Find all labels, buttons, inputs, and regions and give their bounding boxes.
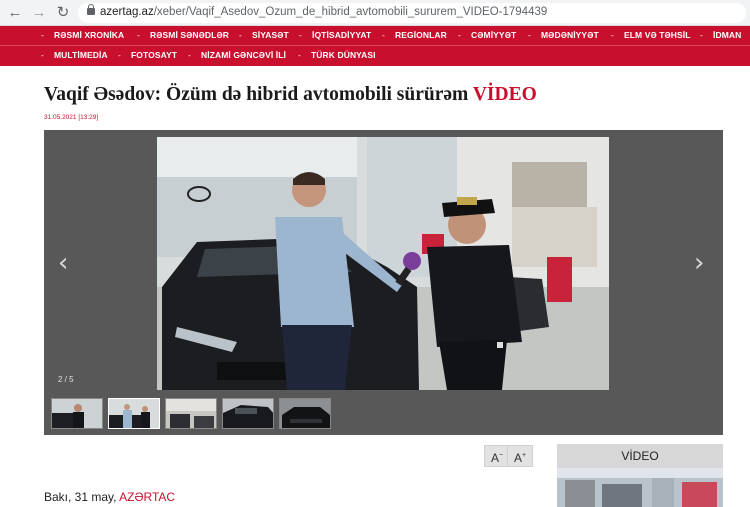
font-decrease-sign: − (498, 452, 504, 459)
article-lead-source[interactable]: AZƏRTAC (119, 490, 175, 504)
chevron-right-icon[interactable]: › (694, 248, 704, 278)
main-menu-row-2: MULTİMEDİA FOTOSAYT NİZAMİ GƏNCƏVİ İLİ T… (0, 46, 750, 66)
gallery-main-photo[interactable] (157, 137, 609, 390)
url-text: azertag.az/xeber/Vaqif_Asedov_Ozum_de_hi… (100, 6, 547, 18)
font-increase-button[interactable]: A+ (507, 445, 533, 467)
arrow-right-icon[interactable]: → (30, 4, 48, 22)
thumbnail-image (223, 399, 273, 428)
thumbnail-image (280, 399, 330, 428)
menu-item-regionlar[interactable]: REGİONLAR (382, 30, 447, 40)
menu-item-turk-dunyasi[interactable]: TÜRK DÜNYASI (298, 50, 376, 60)
photo-gallery: ‹ › 2 / 5 (44, 130, 723, 435)
url-host: azertag.az (100, 6, 154, 18)
menu-item-resmi-senedler[interactable]: RƏSMİ SƏNƏDLƏR (137, 30, 229, 40)
gallery-thumbnail[interactable] (108, 398, 160, 429)
lock-icon (87, 4, 95, 15)
article-title-text: Vaqif Əsədov: Özüm də hibrid avtomobili … (44, 84, 469, 105)
gallery-thumbnail[interactable] (279, 398, 331, 429)
font-increase-label: A (513, 451, 522, 465)
menu-item-resmi-xronika[interactable]: RƏSMİ XRONİKA (41, 30, 124, 40)
article-title-tag: VİDEO (472, 84, 537, 105)
font-increase-sign: + (521, 452, 527, 459)
reload-icon[interactable]: ↻ (54, 4, 72, 22)
chevron-left-icon[interactable]: ‹ (58, 248, 68, 278)
gallery-thumbnail[interactable] (165, 398, 217, 429)
gallery-thumbnail[interactable] (51, 398, 103, 429)
menu-item-idman[interactable]: İDMAN (700, 30, 741, 40)
menu-item-cemiyyet[interactable]: CƏMİYYƏT (458, 30, 516, 40)
arrow-left-icon[interactable]: ← (6, 4, 24, 22)
menu-item-nizami-gencevi-ili[interactable]: NİZAMİ GƏNCƏVİ İLİ (188, 50, 286, 60)
thumbnail-image (166, 399, 216, 428)
article-lead-place: Bakı, 31 may, (44, 490, 117, 504)
article-title: Vaqif Əsədov: Özüm də hibrid avtomobili … (44, 84, 537, 106)
menu-item-fotosayt[interactable]: FOTOSAYT (118, 50, 177, 60)
interview-photo-image (157, 137, 609, 390)
main-menu-row-1: RƏSMİ XRONİKA RƏSMİ SƏNƏDLƏR SİYASƏT İQT… (0, 26, 750, 46)
browser-toolbar: ← → ↻ azertag.az/xeber/Vaqif_Asedov_Ozum… (0, 0, 750, 26)
menu-item-siyaset[interactable]: SİYASƏT (239, 30, 289, 40)
sidebar-video-thumbnail[interactable] (557, 468, 723, 507)
menu-item-multimedia[interactable]: MULTİMEDİA (41, 50, 108, 60)
menu-item-medeniyyet[interactable]: MƏDƏNİYYƏT (528, 30, 599, 40)
thumbnail-image (109, 399, 159, 428)
sidebar-video-image (557, 468, 723, 507)
main-menu: RƏSMİ XRONİKA RƏSMİ SƏNƏDLƏR SİYASƏT İQT… (0, 26, 750, 66)
font-decrease-label: A (490, 451, 499, 465)
menu-item-elm-ve-tehsil[interactable]: ELM VƏ TƏHSİL (611, 30, 691, 40)
gallery-counter: 2 / 5 (58, 375, 74, 384)
article-date: 31.05.2021 [13:29] (44, 114, 99, 121)
sidebar-video-block: VİDEO (557, 444, 723, 507)
sidebar-video-heading: VİDEO (557, 444, 723, 468)
address-bar[interactable]: azertag.az/xeber/Vaqif_Asedov_Ozum_de_hi… (78, 3, 746, 23)
menu-item-iqtisadiyyat[interactable]: İQTİSADİYYAT (299, 30, 371, 40)
article-lead: Bakı, 31 may, AZƏRTAC (44, 490, 175, 504)
gallery-thumbnail[interactable] (222, 398, 274, 429)
thumbnail-image (52, 399, 102, 428)
url-path: /xeber/Vaqif_Asedov_Ozum_de_hibrid_avtom… (153, 6, 548, 18)
